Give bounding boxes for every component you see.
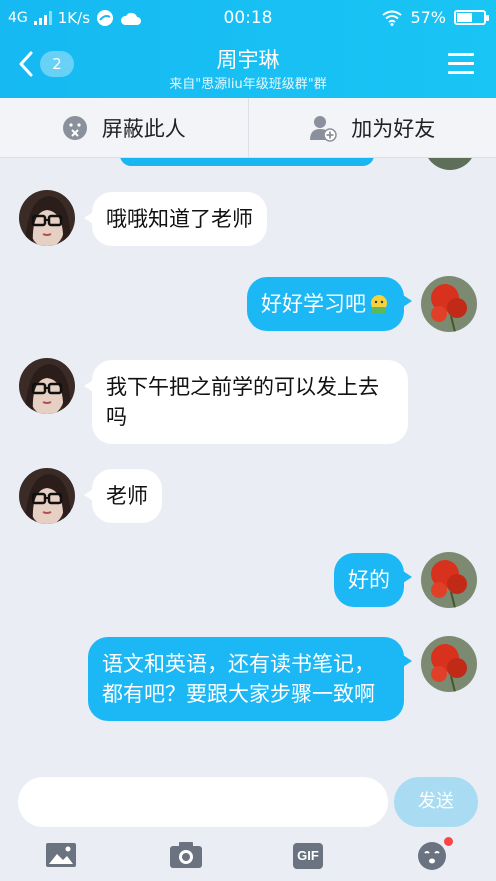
message-text: 好的 xyxy=(348,568,390,592)
emoji-icon xyxy=(418,842,446,870)
message-bubble[interactable]: 好的 xyxy=(334,553,412,607)
status-bar: 4G 1K/s 00:18 57% xyxy=(0,0,496,36)
add-friend-label: 加为好友 xyxy=(351,116,436,141)
battery-percent: 57% xyxy=(410,8,446,27)
message-bubble[interactable]: 老师 xyxy=(84,469,162,523)
my-avatar[interactable] xyxy=(421,276,477,332)
message-bubble[interactable]: 哦哦知道了老师 xyxy=(84,192,267,246)
my-avatar-image xyxy=(421,636,477,692)
contact-source: 来自"思源liu年级班级群"群 xyxy=(169,77,327,92)
my-avatar-image xyxy=(421,552,477,608)
message-bubble-partial xyxy=(120,158,374,166)
message-text: 哦哦知道了老师 xyxy=(106,207,253,231)
add-person-icon xyxy=(310,115,337,142)
emoji-button[interactable] xyxy=(417,837,453,873)
camera-button[interactable] xyxy=(169,841,203,873)
contact-avatar-image xyxy=(19,358,75,414)
contact-avatar-image xyxy=(19,190,75,246)
message-list[interactable]: 哦哦知道了老师 好好学习吧 我下午把之前学的可以发上去吗 老师 好的 语文和英语… xyxy=(0,158,496,765)
message-text: 好好学习吧 xyxy=(261,292,366,316)
message-text: 我下午把之前学的可以发上去吗 xyxy=(106,375,379,429)
contact-name: 周宇琳 xyxy=(216,48,280,72)
nav-bar: 2 周宇琳 来自"思源liu年级班级群"群 xyxy=(0,36,496,98)
message-bubble[interactable]: 我下午把之前学的可以发上去吗 xyxy=(84,360,408,444)
message-text: 老师 xyxy=(106,484,148,508)
stranger-action-bar: 屏蔽此人 加为好友 xyxy=(0,98,496,158)
block-user-button[interactable]: 屏蔽此人 xyxy=(0,98,248,157)
contact-avatar-image xyxy=(19,468,75,524)
image-icon xyxy=(46,843,76,867)
send-button[interactable]: 发送 xyxy=(394,777,478,827)
composer-toolbar: GIF xyxy=(0,837,496,877)
menu-button[interactable] xyxy=(448,53,474,77)
my-avatar[interactable] xyxy=(424,158,476,170)
my-avatar[interactable] xyxy=(421,636,477,692)
chat-header: 4G 1K/s 00:18 57% 2 周宇琳 来自"思源liu年级班级群"群 xyxy=(0,0,496,98)
my-avatar[interactable] xyxy=(421,552,477,608)
wifi-icon xyxy=(382,10,403,26)
gif-button[interactable]: GIF xyxy=(293,843,327,875)
new-emoji-dot xyxy=(444,837,453,846)
block-user-label: 屏蔽此人 xyxy=(101,116,186,141)
message-text: 语文和英语，还有读书笔记，都有吧？要跟大家步骤一致啊 xyxy=(102,652,375,706)
message-bubble[interactable]: 好好学习吧 xyxy=(247,277,412,331)
image-button[interactable] xyxy=(45,841,79,873)
block-face-icon xyxy=(62,115,87,140)
battery-icon xyxy=(454,10,489,25)
message-input[interactable] xyxy=(18,777,388,827)
my-avatar-image xyxy=(421,276,477,332)
message-bubble[interactable]: 语文和英语，还有读书笔记，都有吧？要跟大家步骤一致啊 xyxy=(88,637,412,721)
add-friend-button[interactable]: 加为好友 xyxy=(247,98,496,157)
contact-avatar[interactable] xyxy=(19,190,75,246)
emoji-icon xyxy=(371,295,387,314)
camera-icon xyxy=(170,842,202,868)
contact-avatar[interactable] xyxy=(19,468,75,524)
contact-avatar[interactable] xyxy=(19,358,75,414)
gif-icon: GIF xyxy=(293,843,323,869)
composer: 发送 GIF xyxy=(0,765,496,881)
